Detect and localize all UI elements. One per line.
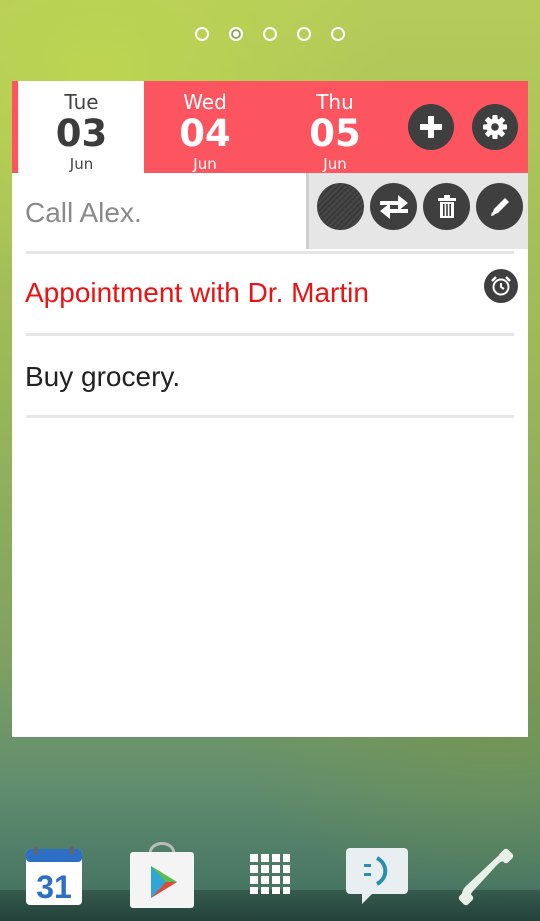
day-name: Wed [183, 90, 227, 114]
day-tab-wed[interactable]: Wed 04 Jun [142, 81, 268, 173]
day-month: Jun [323, 155, 347, 173]
play-store-app[interactable] [128, 838, 196, 908]
swap-icon [379, 194, 408, 219]
day-number: 03 [55, 112, 108, 155]
day-month: Jun [69, 155, 94, 173]
page-dot-active[interactable] [229, 27, 243, 41]
task-action-panel [306, 173, 528, 249]
move-task-button[interactable] [370, 183, 417, 230]
day-tab-tue[interactable]: Tue 03 Jun [18, 81, 144, 173]
phone-icon [458, 848, 514, 906]
page-dot[interactable] [297, 27, 311, 41]
day-number: 04 [179, 112, 231, 155]
page-indicator [0, 27, 540, 41]
app-dock: 31 [0, 830, 540, 921]
calendar-icon: 31 [26, 846, 82, 905]
calendar-date: 31 [36, 869, 72, 905]
app-drawer-button[interactable] [250, 854, 290, 894]
page-dot[interactable] [331, 27, 345, 41]
task-text: Appointment with Dr. Martin [25, 277, 369, 308]
task-item[interactable]: Buy grocery. [12, 336, 528, 416]
day-selector-bar: Tue 03 Jun Wed 04 Jun Thu 05 Jun [12, 81, 528, 173]
trash-icon [437, 194, 456, 218]
gear-icon [483, 115, 507, 139]
todo-widget: Tue 03 Jun Wed 04 Jun Thu 05 Jun Call Al… [12, 81, 528, 737]
calendar-app[interactable]: 31 [26, 846, 82, 906]
day-name: Tue [64, 90, 99, 114]
add-task-button[interactable] [408, 104, 454, 150]
messaging-icon [346, 848, 408, 904]
phone-app[interactable] [456, 846, 516, 908]
task-text: Buy grocery. [25, 361, 181, 392]
day-month: Jun [193, 155, 217, 173]
day-tab-thu[interactable]: Thu 05 Jun [272, 81, 398, 173]
page-dot[interactable] [263, 27, 277, 41]
delete-task-button[interactable] [423, 183, 470, 230]
color-picker-button[interactable] [317, 183, 364, 230]
task-item[interactable]: Appointment with Dr. Martin [12, 254, 528, 334]
edit-task-button[interactable] [476, 183, 523, 230]
play-store-icon [130, 842, 194, 908]
apps-icon [250, 854, 290, 894]
alarm-clock-icon [491, 276, 511, 296]
task-divider [26, 415, 514, 418]
task-text: Call Alex. [25, 197, 142, 228]
day-name: Thu [316, 90, 354, 114]
plus-icon [420, 116, 442, 138]
alarm-button[interactable] [484, 269, 518, 303]
settings-button[interactable] [472, 104, 518, 150]
page-dot[interactable] [195, 27, 209, 41]
pencil-icon [490, 197, 509, 216]
messaging-app[interactable] [344, 846, 410, 908]
day-number: 05 [309, 112, 361, 155]
